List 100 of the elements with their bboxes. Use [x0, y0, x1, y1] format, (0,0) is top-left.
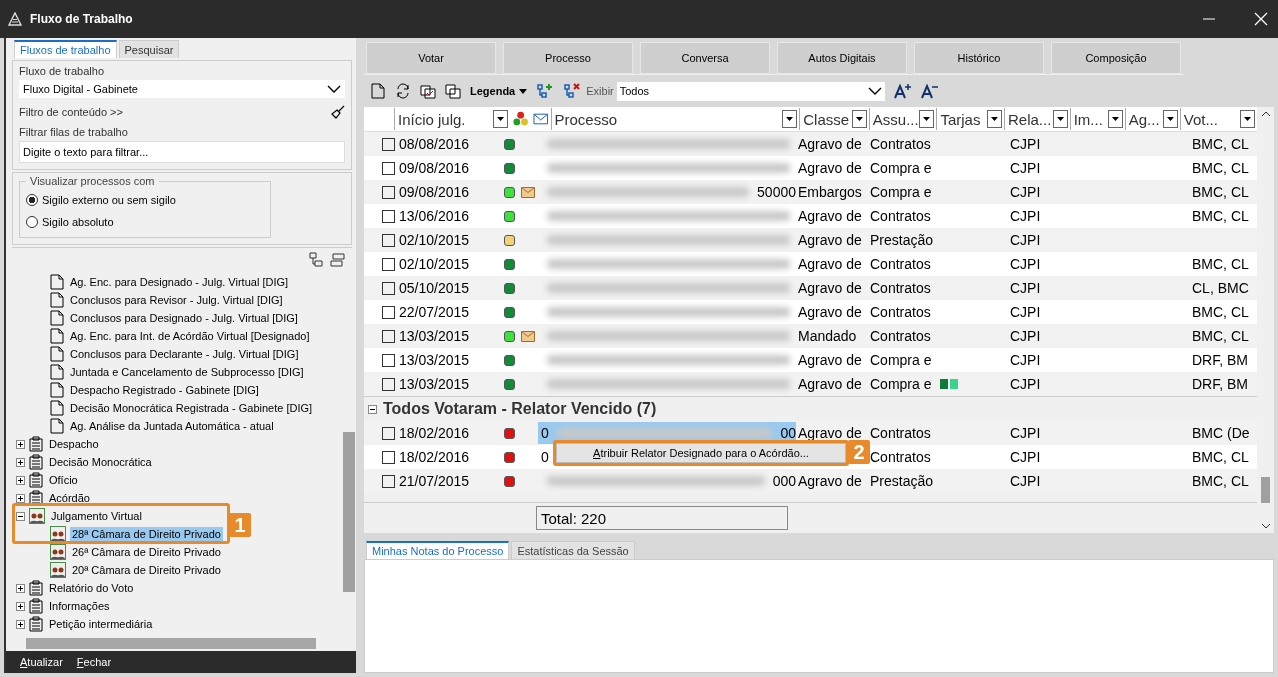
broom-icon[interactable] — [331, 105, 345, 119]
tree-item[interactable]: Decisão Monocrática Registrada - Gabinete [DIG] — [68, 401, 315, 415]
copy-icon[interactable] — [445, 83, 461, 99]
tree-collapse-icon[interactable] — [330, 252, 346, 268]
footer-button[interactable]: Fechar — [76, 656, 112, 668]
row-checkbox[interactable] — [382, 137, 395, 151]
expander-icon[interactable] — [16, 439, 25, 449]
column-header[interactable]: Classe — [799, 108, 869, 130]
tree-item[interactable]: Ag. Análise da Juntada Automática - atual — [68, 419, 276, 433]
row-checkbox[interactable] — [382, 257, 395, 271]
tree-item[interactable]: Despacho — [47, 437, 101, 451]
action-button[interactable]: Votar — [366, 42, 496, 74]
action-button[interactable]: Histórico — [914, 42, 1044, 74]
action-button[interactable]: Conversa — [640, 42, 770, 74]
font-decrease-icon[interactable] — [920, 83, 939, 99]
tree-item[interactable]: Julgamento Virtual — [49, 509, 144, 523]
legend-dropdown[interactable]: Legenda — [470, 85, 528, 97]
filter-dropdown-icon[interactable] — [1052, 110, 1068, 128]
close-icon[interactable] — [1254, 12, 1268, 26]
action-button[interactable]: Composição — [1051, 42, 1181, 74]
filter-dropdown-icon[interactable] — [1240, 110, 1255, 128]
filter-dropdown-icon[interactable] — [1162, 110, 1178, 128]
tree-expand-icon[interactable] — [308, 252, 324, 268]
table-cell: Agravo de — [798, 473, 862, 489]
queue-filter-field[interactable]: Digite o texto para filtrar... — [19, 141, 345, 163]
filter-dropdown-icon[interactable] — [1107, 110, 1123, 128]
checklist-icon[interactable] — [420, 83, 436, 99]
scroll-thumb[interactable] — [1261, 477, 1270, 503]
expander-icon[interactable] — [16, 493, 25, 503]
panel-tab[interactable]: Fluxos de trabalho — [14, 40, 117, 58]
tree-item[interactable]: Informações — [47, 599, 112, 613]
row-checkbox[interactable] — [382, 353, 395, 367]
row-checkbox[interactable] — [382, 161, 395, 175]
column-header[interactable]: Im... — [1069, 108, 1125, 130]
action-button[interactable]: Processo — [503, 42, 633, 74]
column-header[interactable]: Ag... — [1124, 108, 1180, 130]
tree-item[interactable]: Relatório do Voto — [47, 581, 136, 595]
row-checkbox[interactable] — [382, 426, 395, 440]
tree-item[interactable]: Petição intermediária — [47, 617, 155, 631]
remove-node-icon[interactable] — [563, 83, 582, 99]
clipboard-icon — [29, 472, 43, 488]
notes-tab[interactable]: Minhas Notas do Processo — [366, 541, 510, 559]
column-header[interactable]: Processo — [550, 108, 800, 130]
column-header[interactable]: Rela... — [1003, 108, 1070, 130]
filter-dropdown-icon[interactable] — [919, 110, 935, 128]
filter-dropdown-icon[interactable] — [986, 110, 1002, 128]
tree-item[interactable]: Juntada e Cancelamento de Subprocesso [DIG] — [68, 365, 306, 379]
column-header[interactable]: Vot... — [1179, 108, 1257, 130]
tree-item[interactable]: Ag. Enc. para Int. de Acórdão Virtual [Designado] — [68, 329, 312, 343]
row-checkbox[interactable] — [382, 329, 395, 343]
expander-icon[interactable] — [16, 475, 25, 485]
refresh-icon[interactable] — [395, 83, 411, 99]
row-checkbox[interactable] — [382, 474, 395, 488]
tree-item[interactable]: Decisão Monocrática — [47, 455, 154, 469]
column-header[interactable]: Assu... — [868, 108, 937, 130]
tree-item[interactable]: Conclusos para Declarante - Julg. Virtual [DIG] — [68, 347, 301, 361]
expander-icon[interactable] — [16, 601, 25, 611]
tree-item[interactable]: 20ª Câmara de Direito Privado — [70, 563, 223, 577]
expander-icon[interactable] — [16, 619, 25, 629]
show-dropdown[interactable]: Todos — [616, 81, 885, 101]
content-filter-link[interactable]: Filtro de conteúdo >> — [19, 106, 123, 118]
font-increase-icon[interactable] — [893, 83, 912, 99]
expander-icon[interactable] — [368, 404, 377, 414]
action-button[interactable]: Autos Digitais — [777, 42, 907, 74]
expander-icon[interactable] — [16, 511, 25, 521]
radio-option[interactable]: Sigilo absoluto — [26, 211, 264, 233]
tree-item[interactable]: Ag. Enc. para Designado - Julg. Virtual [DIG] — [68, 275, 291, 289]
tree-item[interactable]: 28ª Câmara de Direito Privado — [70, 527, 223, 541]
menu-item[interactable]: Atribuir Relator Designado para o Acórdão... — [556, 443, 846, 463]
expander-icon[interactable] — [16, 457, 25, 467]
row-checkbox[interactable] — [382, 377, 395, 391]
row-checkbox[interactable] — [382, 450, 395, 464]
radio-option[interactable]: Sigilo externo ou sem sigilo — [26, 189, 264, 211]
filter-dropdown-icon[interactable] — [782, 110, 798, 128]
scroll-up-icon[interactable] — [1260, 111, 1271, 117]
workflow-dropdown[interactable]: Fluxo Digital - Gabinete — [19, 80, 345, 98]
tree-item[interactable]: Acórdão — [47, 491, 92, 505]
row-checkbox[interactable] — [382, 281, 395, 295]
table-cell: Compra e — [870, 352, 932, 368]
panel-tab[interactable]: Pesquisar — [118, 40, 180, 58]
row-checkbox[interactable] — [382, 185, 395, 199]
tree-item[interactable]: Conclusos para Designado - Julg. Virtual [DIG] — [68, 311, 300, 325]
tree-item[interactable]: Ofício — [47, 473, 80, 487]
clipboard-icon — [29, 454, 43, 470]
tree-item[interactable]: Despacho Registrado - Gabinete [DIG] — [68, 383, 261, 397]
filter-dropdown-icon[interactable] — [851, 110, 867, 128]
tree-item[interactable]: 26ª Câmara de Direito Privado — [70, 545, 223, 559]
notes-tab[interactable]: Estatísticas da Sessão — [511, 541, 635, 559]
row-checkbox[interactable] — [382, 209, 395, 223]
scroll-down-icon[interactable] — [1260, 523, 1271, 529]
column-header[interactable]: Tarjas — [936, 108, 1004, 130]
tree-item[interactable]: Conclusos para Revisor - Julg. Virtual [DIG] — [68, 293, 285, 307]
footer-button[interactable]: Atualizar — [20, 656, 63, 668]
column-header[interactable]: Início julg. — [394, 108, 510, 130]
row-checkbox[interactable] — [382, 233, 395, 247]
filter-dropdown-icon[interactable] — [492, 110, 508, 128]
document-icon[interactable] — [370, 83, 386, 99]
add-node-icon[interactable] — [536, 83, 555, 99]
row-checkbox[interactable] — [382, 305, 395, 319]
expander-icon[interactable] — [16, 583, 25, 593]
